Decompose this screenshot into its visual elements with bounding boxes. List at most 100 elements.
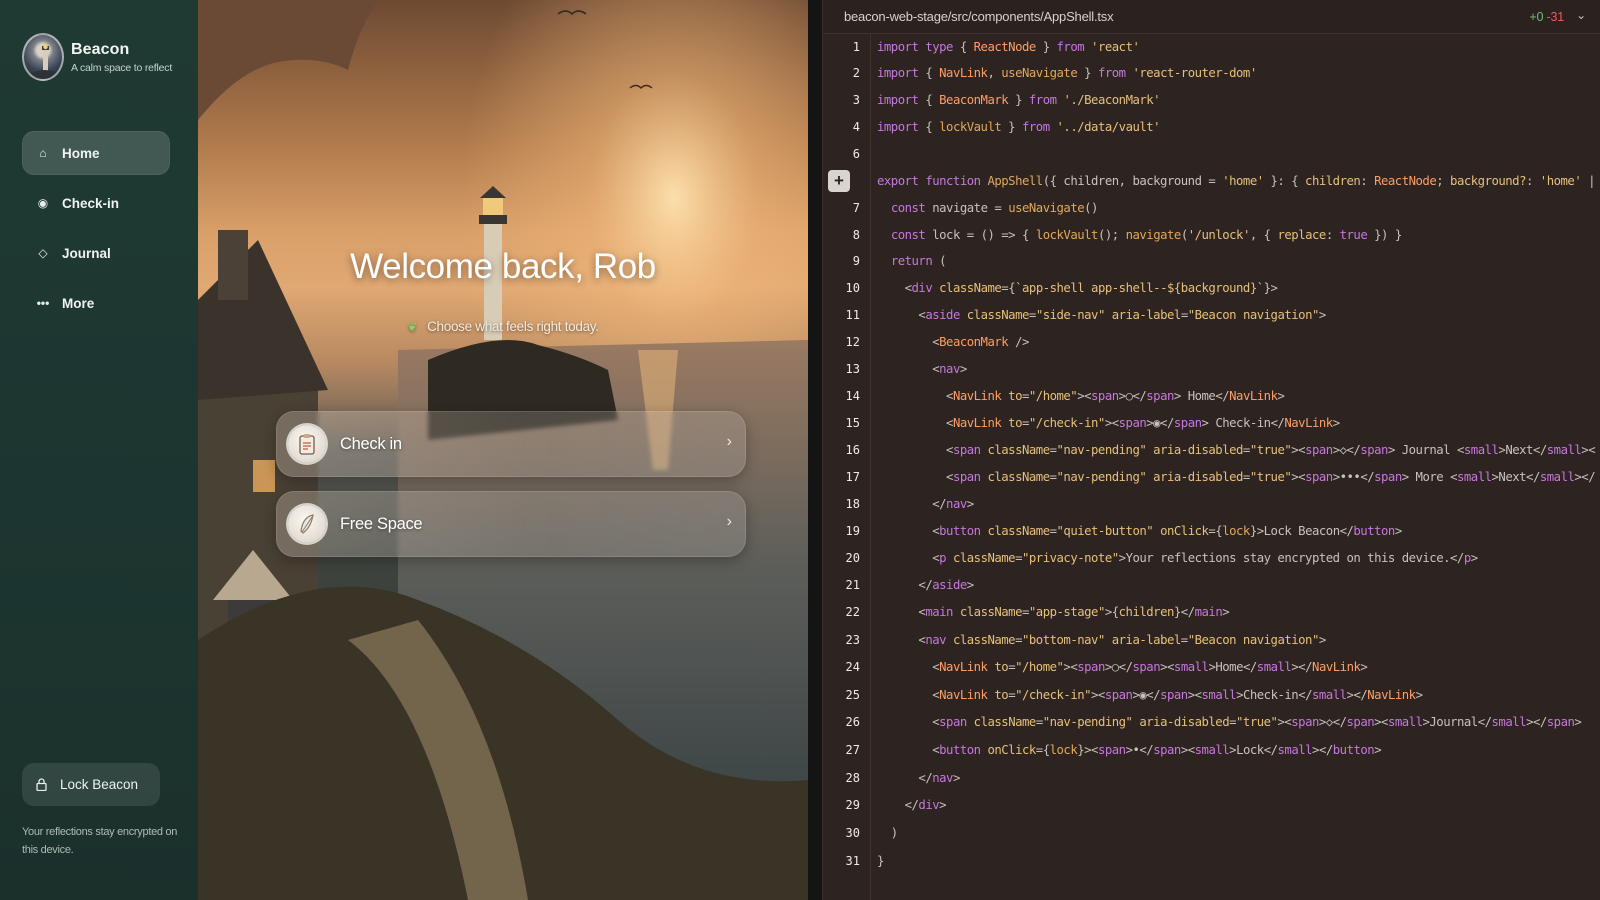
file-path: beacon-web-stage/src/components/AppShell… bbox=[844, 9, 1114, 24]
line-number: 15 bbox=[845, 416, 860, 430]
line-number: 17 bbox=[845, 470, 860, 484]
code-line: <NavLink to="/home"><span>○</span><small… bbox=[877, 660, 1368, 674]
diff-removed: -31 bbox=[1546, 10, 1565, 24]
code-line: <NavLink to="/check-in"><span>◉</span><s… bbox=[877, 688, 1423, 702]
code-line: <main className="app-stage">{children}</… bbox=[877, 605, 1230, 619]
nav-item-label: Home bbox=[62, 145, 100, 161]
code-line: <NavLink to="/check-in"><span>◉</span> C… bbox=[877, 416, 1340, 430]
code-line: import { BeaconMark } from './BeaconMark… bbox=[877, 93, 1161, 107]
line-number: 23 bbox=[845, 633, 860, 647]
diamond-icon: ◇ bbox=[38, 246, 48, 260]
brand-name: Beacon bbox=[71, 40, 130, 58]
code-line: </nav> bbox=[877, 771, 960, 785]
code-line: return ( bbox=[890, 254, 947, 268]
line-number: 4 bbox=[852, 120, 860, 134]
nav-item-more[interactable]: ••• More bbox=[22, 281, 170, 325]
code-line: <BeaconMark /> bbox=[877, 335, 1029, 349]
add-comment-icon[interactable]: + bbox=[828, 170, 850, 192]
code-line: const lock = () => { lockVault(); naviga… bbox=[890, 228, 1402, 242]
clipboard-icon bbox=[288, 425, 326, 463]
line-number: 16 bbox=[845, 443, 860, 457]
record-icon: ◉ bbox=[37, 196, 49, 210]
lock-beacon-label: Lock Beacon bbox=[60, 777, 139, 792]
home-icon: ⌂ bbox=[39, 146, 47, 160]
sidebar: Beacon A calm space to reflect ⌂ Home ◉ … bbox=[0, 0, 198, 900]
nav-item-label: Journal bbox=[62, 245, 111, 261]
line-number: 7 bbox=[852, 201, 860, 215]
brand[interactable]: Beacon A calm space to reflect bbox=[22, 33, 172, 81]
line-number: 21 bbox=[845, 578, 860, 592]
line-number: 31 bbox=[845, 854, 860, 868]
privacy-note: Your reflections stay encrypted on this … bbox=[22, 826, 178, 856]
line-number: 9 bbox=[852, 254, 860, 268]
code-line: ) bbox=[877, 826, 898, 840]
code-line: <p className="privacy-note">Your reflect… bbox=[877, 551, 1478, 565]
nav-item-check-in[interactable]: ◉ Check-in bbox=[22, 181, 170, 225]
code-line: <span className="nav-pending" aria-disab… bbox=[877, 470, 1596, 484]
chevron-right-icon: › bbox=[726, 513, 732, 530]
line-number: 1 bbox=[852, 40, 860, 54]
code-line: <NavLink to="/home"><span>○</span> Home<… bbox=[877, 389, 1285, 403]
chevron-right-icon: › bbox=[726, 433, 732, 450]
code-line: } bbox=[877, 854, 884, 868]
code-line: </nav> bbox=[877, 497, 974, 511]
line-number: 29 bbox=[845, 798, 860, 812]
editor-header: beacon-web-stage/src/components/AppShell… bbox=[823, 0, 1600, 34]
line-number: 8 bbox=[852, 228, 860, 242]
free-space-card-label: Free Space bbox=[340, 514, 423, 533]
code-line: <nav className="bottom-nav" aria-label="… bbox=[877, 633, 1326, 647]
line-number: 6 bbox=[852, 147, 860, 161]
nav-item-home[interactable]: ⌂ Home bbox=[22, 131, 170, 175]
code-line: </div> bbox=[877, 798, 947, 812]
chevron-down-icon[interactable]: ⌄ bbox=[1576, 8, 1586, 22]
line-number: 22 bbox=[845, 605, 860, 619]
code-line: <span className="nav-pending" aria-disab… bbox=[877, 715, 1582, 729]
check-in-card-label: Check in bbox=[340, 434, 402, 453]
line-number: 2 bbox=[852, 66, 860, 80]
line-number: 14 bbox=[845, 389, 860, 403]
line-number: 24 bbox=[845, 660, 860, 674]
diff-stats: +0 -31 bbox=[1529, 10, 1564, 24]
code-line: <button className="quiet-button" onClick… bbox=[877, 524, 1402, 538]
line-number: 28 bbox=[845, 771, 860, 785]
nav-item-journal[interactable]: ◇ Journal bbox=[22, 231, 170, 275]
line-number: 3 bbox=[852, 93, 860, 107]
app-stage: Welcome back, Rob ❦ Choose what feels rig… bbox=[198, 0, 808, 900]
code-area[interactable]: + import type { ReactNode } from 'react'… bbox=[828, 34, 1600, 900]
greeting-heading: Welcome back, Rob bbox=[350, 247, 656, 286]
check-in-card[interactable]: Check in › bbox=[276, 411, 746, 477]
code-line: <nav> bbox=[877, 362, 967, 376]
line-number: 11 bbox=[845, 308, 860, 322]
lock-beacon-button[interactable]: Lock Beacon bbox=[22, 763, 160, 806]
nav-item-label: More bbox=[62, 295, 95, 311]
line-number-gutter: 1 2 3 4 6 7 8 9 10 11 12 13 14 15 16 17 18 19 20 21 22 23 24 25… bbox=[823, 34, 871, 900]
line-number: 10 bbox=[845, 281, 860, 295]
line-number: 26 bbox=[845, 715, 860, 729]
diff-added: +0 bbox=[1529, 10, 1544, 24]
code-line: <span className="nav-pending" aria-disab… bbox=[877, 443, 1596, 457]
more-dots-icon: ••• bbox=[36, 296, 50, 310]
free-space-card[interactable]: Free Space › bbox=[276, 491, 746, 557]
lock-icon bbox=[34, 778, 48, 792]
line-number: 25 bbox=[845, 688, 860, 702]
code-line: import { NavLink, useNavigate } from 're… bbox=[877, 66, 1257, 80]
nav-item-label: Check-in bbox=[62, 195, 120, 211]
sprout-icon: ❦ bbox=[407, 320, 418, 334]
code-line: import { lockVault } from '../data/vault… bbox=[877, 120, 1161, 134]
greeting-subline: ❦ Choose what feels right today. bbox=[198, 319, 808, 334]
side-nav: ⌂ Home ◉ Check-in ◇ Journal ••• More bbox=[22, 131, 170, 331]
lighthouse-icon bbox=[28, 44, 62, 79]
line-number: 13 bbox=[845, 362, 860, 376]
line-number: 27 bbox=[845, 743, 860, 757]
beacon-logo-avatar bbox=[22, 33, 64, 81]
brand-tagline: A calm space to reflect bbox=[71, 61, 173, 74]
subline-text: Choose what feels right today. bbox=[427, 319, 599, 334]
code-line: const navigate = useNavigate() bbox=[890, 201, 1099, 215]
code-line: <aside className="side-nav" aria-label="… bbox=[877, 308, 1326, 322]
line-number: 19 bbox=[845, 524, 860, 538]
code-line: </aside> bbox=[877, 578, 974, 592]
line-number: 12 bbox=[845, 335, 860, 349]
code-editor: beacon-web-stage/src/components/AppShell… bbox=[822, 0, 1600, 900]
code-line: import type { ReactNode } from 'react' bbox=[877, 40, 1140, 54]
code-line: export function AppShell({ children, bac… bbox=[877, 174, 1596, 188]
